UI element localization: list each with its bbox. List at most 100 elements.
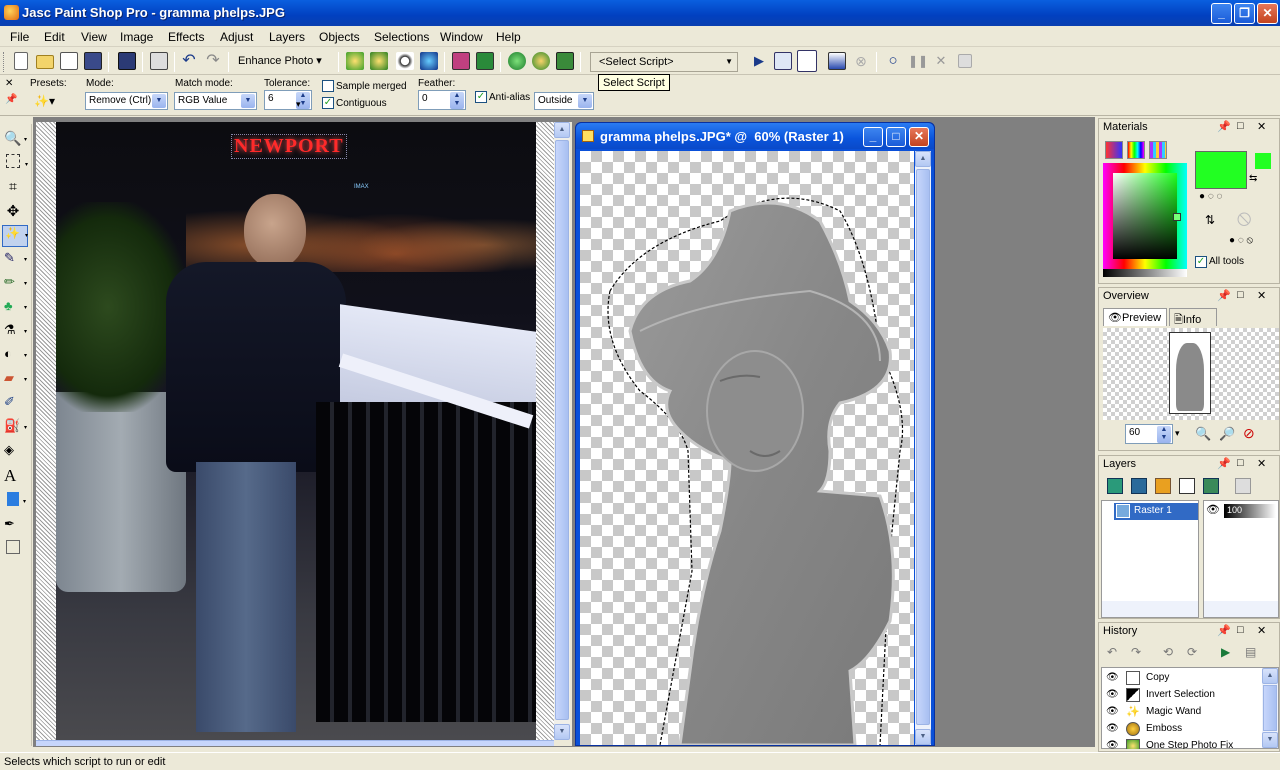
undo-icon[interactable]: ↶: [180, 52, 198, 70]
color-balance-icon[interactable]: [370, 52, 388, 70]
menu-window[interactable]: Window: [440, 30, 483, 44]
new-mask-layer-icon[interactable]: [1179, 478, 1195, 494]
menu-objects[interactable]: Objects: [319, 30, 360, 44]
menu-image[interactable]: Image: [120, 30, 153, 44]
print-icon[interactable]: [150, 52, 168, 70]
redo-icon[interactable]: ↷: [204, 52, 222, 70]
close-icon[interactable]: ✕: [1257, 624, 1266, 637]
scroll-up-icon[interactable]: ▲: [554, 122, 570, 138]
anti-alias-mode-select[interactable]: Outside ▼: [534, 92, 594, 110]
photo-fix-icon[interactable]: [346, 52, 364, 70]
swap-colors-icon[interactable]: ⇆: [1249, 173, 1257, 184]
zoom-tool-icon[interactable]: 🔍 ▾: [4, 130, 27, 148]
style-solid-icon[interactable]: ● ◌ ◌: [1199, 191, 1222, 202]
magic-wand-preset-icon[interactable]: ✨▾: [34, 94, 58, 110]
color-picker-gradient[interactable]: [1103, 163, 1187, 269]
new-art-media-layer-icon[interactable]: [1155, 478, 1171, 494]
maximize-icon[interactable]: □: [1237, 120, 1244, 132]
maximize-icon[interactable]: □: [1237, 624, 1244, 636]
new-file-icon[interactable]: [14, 52, 28, 70]
feather-input[interactable]: 0 ▲ ▼: [418, 90, 466, 110]
start-recording-icon[interactable]: ○: [884, 52, 902, 70]
style-solid-icon-2[interactable]: ● ◌ ⦸: [1229, 235, 1253, 246]
photo-horizontal-scrollbar[interactable]: [36, 740, 554, 746]
history-item[interactable]: 👁 Copy: [1104, 670, 1280, 687]
move-tool-icon[interactable]: ✥: [4, 202, 22, 220]
close-button[interactable]: ✕: [1257, 3, 1278, 24]
history-item[interactable]: 👁 Invert Selection: [1104, 687, 1280, 704]
zoom-out-icon[interactable]: 🔍: [1195, 426, 1211, 442]
doc-minimize-button[interactable]: _: [863, 127, 883, 147]
shape-tool-icon[interactable]: ▾: [7, 492, 26, 506]
tab-preview[interactable]: 👁Preview: [1103, 308, 1167, 326]
sharpen-icon[interactable]: [420, 52, 438, 70]
close-icon[interactable]: ✕: [1257, 289, 1266, 302]
layer-props-hscroll[interactable]: [1204, 601, 1278, 617]
enhance-photo-button[interactable]: Enhance Photo ▾: [238, 54, 322, 67]
pin-icon[interactable]: 📌: [1217, 624, 1231, 637]
zoom-dropdown-icon[interactable]: ▾: [1175, 428, 1180, 439]
swap-materials-icon[interactable]: ⇅: [1205, 213, 1215, 227]
grayscale-strip[interactable]: [1103, 269, 1187, 277]
select-script-dropdown[interactable]: <Select Script> ▼: [590, 52, 738, 72]
layers-list-hscroll[interactable]: [1102, 601, 1198, 617]
edit-script-icon[interactable]: [774, 52, 792, 70]
maximize-icon[interactable]: □: [1237, 457, 1244, 469]
save-script-icon[interactable]: [958, 54, 972, 68]
opacity-bar[interactable]: 100: [1224, 504, 1276, 518]
pin-icon[interactable]: 📌: [1217, 457, 1231, 470]
pin-icon[interactable]: 📌: [1217, 120, 1231, 133]
selection-tool-icon[interactable]: ▾: [6, 154, 28, 168]
pen-tool-icon[interactable]: ✒: [4, 516, 22, 534]
menu-help[interactable]: Help: [496, 30, 521, 44]
tab-rainbow-icon[interactable]: [1127, 141, 1145, 159]
eraser-tool-icon[interactable]: ▰ ▾: [4, 370, 27, 388]
deform-tool-icon[interactable]: [6, 540, 20, 554]
menu-adjust[interactable]: Adjust: [220, 30, 253, 44]
scroll-up-icon[interactable]: ▲: [1262, 668, 1278, 684]
save-to-script-icon[interactable]: ▤: [1245, 645, 1256, 659]
document-canvas[interactable]: [580, 151, 914, 745]
history-item[interactable]: 👁 Emboss: [1104, 721, 1280, 738]
fill-tool-icon[interactable]: ⛽ ▾: [4, 418, 27, 436]
dropper-tool-icon[interactable]: ✎ ▾: [4, 250, 27, 268]
menu-selections[interactable]: Selections: [374, 30, 429, 44]
portrait-icon[interactable]: [452, 52, 470, 70]
visibility-eye-icon[interactable]: 👁: [1206, 503, 1220, 516]
undo-history-icon[interactable]: ↶: [1107, 645, 1117, 659]
redo-selected-icon[interactable]: ⟳: [1187, 645, 1197, 659]
clone-brush-tool-icon[interactable]: ♣ ▾: [4, 298, 27, 316]
spin-icon[interactable]: ▲ ▼: [450, 92, 464, 109]
scroll-thumb[interactable]: [555, 140, 569, 720]
quickscript-icon[interactable]: ▶: [1221, 645, 1230, 659]
scroll-down-icon[interactable]: ▼: [915, 729, 931, 745]
new-vector-layer-icon[interactable]: [1131, 478, 1147, 494]
color-square[interactable]: [1113, 173, 1177, 259]
close-palette-icon[interactable]: ✕: [5, 78, 13, 89]
script-dialog-icon[interactable]: [797, 50, 817, 72]
paint-brush-tool-icon[interactable]: ✏ ▾: [4, 274, 27, 292]
save-icon[interactable]: [84, 52, 102, 70]
menu-effects[interactable]: Effects: [168, 30, 204, 44]
document-vertical-scrollbar[interactable]: ▲ ▼: [915, 151, 931, 745]
pause-icon[interactable]: ❚❚: [908, 52, 928, 70]
background-color-swatch[interactable]: [1255, 153, 1271, 169]
pin-icon[interactable]: 📌: [1217, 289, 1231, 302]
redo-history-icon[interactable]: ↷: [1131, 645, 1141, 659]
menu-layers[interactable]: Layers: [269, 30, 305, 44]
tab-frame-icon[interactable]: [1105, 141, 1123, 159]
overview-preview-area[interactable]: [1103, 328, 1279, 420]
save-alt-icon[interactable]: [118, 52, 136, 70]
stop-icon[interactable]: ✕: [932, 52, 950, 70]
contiguous-checkbox[interactable]: ✓: [322, 97, 334, 109]
scroll-down-icon[interactable]: ▼: [1262, 732, 1278, 748]
scroll-up-icon[interactable]: ▲: [915, 151, 931, 167]
picture-tube-icon[interactable]: [556, 52, 574, 70]
scroll-thumb[interactable]: [916, 169, 930, 725]
layer-icon[interactable]: [508, 52, 526, 70]
new-raster-layer-icon[interactable]: [1107, 478, 1123, 494]
anti-alias-checkbox[interactable]: ✓: [475, 91, 487, 103]
menu-view[interactable]: View: [81, 30, 107, 44]
open-folder-icon[interactable]: [36, 55, 54, 69]
photo-vertical-scrollbar[interactable]: ▲ ▼: [554, 122, 570, 740]
